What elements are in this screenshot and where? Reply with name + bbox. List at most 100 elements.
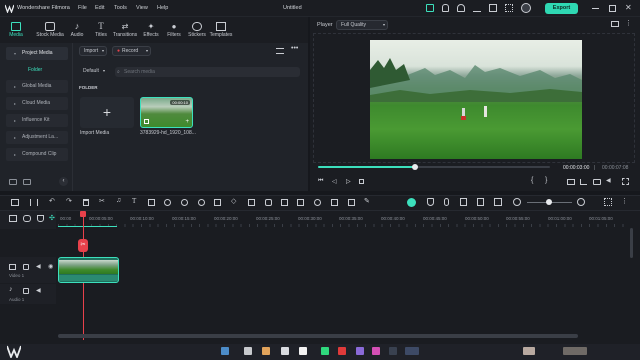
zoom-in-icon[interactable] [577,198,585,206]
auto-reframe-icon[interactable] [348,199,355,206]
export-frame-icon[interactable] [331,199,338,206]
timeline-video-clip[interactable] [58,257,119,283]
more-icon[interactable]: ⋮ [625,19,632,27]
taskbar-app-icon[interactable] [372,347,380,355]
undo-icon[interactable]: ↶ [49,197,55,205]
new-folder-icon[interactable] [9,179,17,185]
prev-frame-icon[interactable]: ⏮ [318,178,323,185]
menu-view[interactable]: View [136,5,148,11]
taskbar-app-icon[interactable] [221,347,229,355]
fullscreen-icon[interactable] [622,178,629,185]
audio-detach-icon[interactable]: ♫ [116,197,121,204]
taskbar-app-icon[interactable] [244,347,252,355]
magnet-icon[interactable] [37,215,44,222]
marker-icon[interactable] [460,198,467,206]
color-icon[interactable] [198,199,205,206]
vertical-scrollbar[interactable] [630,228,633,258]
mark-in-icon[interactable]: { [531,177,533,184]
silence-icon[interactable] [297,199,304,206]
sidebar-item-global-media[interactable]: ▸ Global Media [6,80,68,93]
maximize-icon[interactable] [609,5,616,12]
menu-file[interactable]: File [78,5,87,11]
snap-icon[interactable] [494,198,502,206]
play-icon[interactable]: ▷ [346,178,351,185]
split-icon[interactable] [30,199,38,206]
shield-icon[interactable] [427,198,434,206]
sidebar-item-cloud-media[interactable]: ▸ Cloud Media [6,97,68,110]
taskbar-app-icon[interactable] [356,347,364,355]
more-icon[interactable]: ⋮ [621,197,628,205]
mark-out-icon[interactable]: } [545,177,547,184]
lock-icon[interactable] [23,264,29,270]
layout-icon[interactable] [11,199,19,206]
taskbar-app-icon[interactable] [563,347,587,355]
export-button[interactable]: Export [545,3,578,14]
import-dropdown[interactable]: Import ▾ [79,46,107,56]
more-icon[interactable]: ••• [291,45,298,52]
quality-dropdown[interactable]: Full Quality ▾ [336,20,388,30]
render-toggle-icon[interactable] [407,198,416,207]
marker-icon[interactable]: ✣ [49,214,55,222]
taskbar-app-icon[interactable] [281,347,289,355]
volume-icon[interactable]: ◀ [606,177,611,184]
redo-icon[interactable]: ↷ [66,197,72,205]
taskbar-app-icon[interactable] [262,347,270,355]
import-media-button[interactable]: + [80,97,134,128]
step-back-icon[interactable]: ◁ [332,178,337,185]
bulb-icon[interactable] [442,4,449,12]
filter-icon[interactable] [276,48,284,54]
tab-templates[interactable]: Templates [206,19,236,41]
motion-icon[interactable] [281,199,288,206]
taskbar-app-icon[interactable] [405,347,419,355]
avatar[interactable] [521,3,531,13]
app-logo-icon[interactable] [7,345,21,358]
sidebar-item-project-media[interactable]: ▾ Project Media [6,47,68,60]
zoom-clip-icon[interactable] [164,199,171,206]
zoom-out-icon[interactable] [513,198,521,206]
sort-dropdown[interactable]: Default ▾ [79,67,107,77]
media-clip-thumbnail[interactable]: 00:00:10 + [140,97,193,128]
menu-tools[interactable]: Tools [114,5,127,11]
keyframe-icon[interactable]: ◇ [231,197,236,205]
upload-icon[interactable] [473,4,481,12]
text-icon[interactable]: T [132,197,136,205]
taskbar-app-icon[interactable] [321,347,329,355]
playhead-split-icon[interactable]: ✂ [78,239,88,252]
taskbar-app-icon[interactable] [523,347,535,355]
folder-icon[interactable] [23,179,31,185]
cut-icon[interactable]: ✂ [99,197,105,205]
add-track-icon[interactable] [9,215,17,222]
record-dropdown[interactable]: ● Record ▾ [112,46,151,56]
close-icon[interactable]: ✕ [625,3,634,12]
gift-icon[interactable] [426,4,434,12]
taskbar-app-icon[interactable] [389,347,397,355]
mute-icon[interactable]: ◀ [36,263,41,270]
link-icon[interactable] [23,215,31,222]
collapse-sidebar-icon[interactable]: ‹ [59,177,68,186]
zoom-slider-handle[interactable] [546,199,552,205]
playback-track[interactable] [318,166,550,168]
minimize-icon[interactable] [592,8,599,9]
ai-icon[interactable] [265,199,272,206]
snapshot-icon[interactable] [611,21,619,27]
speed-icon[interactable] [181,199,188,206]
tracking-icon[interactable] [314,199,321,206]
display-icon[interactable] [567,179,575,185]
camera-icon[interactable] [593,179,601,185]
pen-icon[interactable]: ✎ [364,197,370,205]
stop-icon[interactable] [359,179,364,184]
sidebar-item-influence-kit[interactable]: ▸ Influence Kit [6,114,68,127]
tab-stock-media[interactable]: Stock Media [35,19,65,41]
sidebar-folder[interactable]: Folder [28,67,42,73]
tab-media[interactable]: Media [1,19,31,41]
menu-help[interactable]: Help [157,5,168,11]
taskbar-app-icon[interactable] [299,347,307,355]
crop-icon[interactable] [580,179,587,185]
delete-icon[interactable] [83,199,89,206]
lock-icon[interactable] [23,288,29,294]
taskbar-app-icon[interactable] [338,347,346,355]
mute-icon[interactable]: ◀ [36,287,41,294]
sidebar-item-compound-clip[interactable]: ▸ Compound Clip [6,148,68,161]
save-icon[interactable] [489,4,497,12]
sidebar-item-adjustment-layer[interactable]: ▸ Adjustment La... [6,131,68,144]
